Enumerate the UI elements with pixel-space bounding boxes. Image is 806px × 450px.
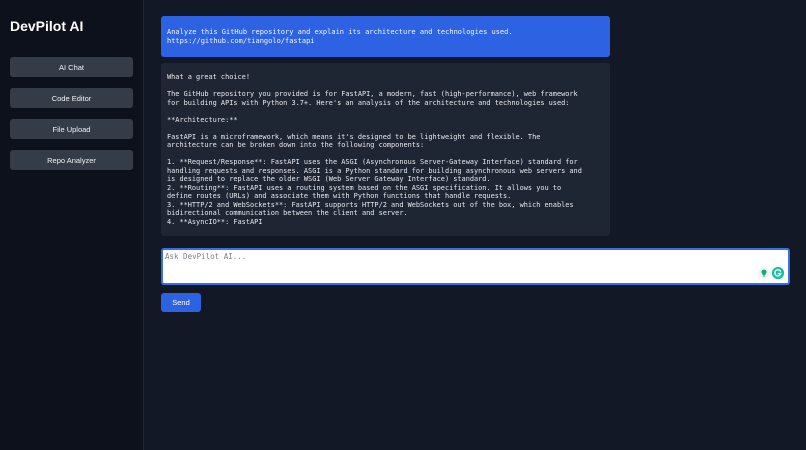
- ai-message-line: The GitHub repository you provided is fo…: [167, 90, 578, 98]
- ai-message-line: define routes (URLs) and associate them …: [167, 192, 512, 200]
- ai-message-line: is designed to replace the older WSGI (W…: [167, 175, 491, 183]
- ai-message-line: [167, 82, 604, 91]
- prompt-input-container: [161, 248, 790, 285]
- app-title: DevPilot AI: [10, 18, 84, 34]
- ai-message-line: [167, 124, 604, 133]
- prompt-input[interactable]: [163, 250, 788, 283]
- ai-message-line: 3. **HTTP/2 and WebSockets**: FastAPI su…: [167, 200, 574, 209]
- ai-message-line: 1. **Request/Response**: FastAPI uses th…: [167, 158, 578, 166]
- user-message-line: https://github.com/tiangolo/fastapi: [167, 37, 315, 45]
- bulb-icon[interactable]: [758, 267, 770, 279]
- send-button[interactable]: Send: [161, 293, 201, 312]
- app-window: DevPilot AI AI Chat Code Editor File Upl…: [0, 0, 806, 450]
- ai-message-line: FastAPI is a microframework, which means…: [167, 132, 541, 141]
- ai-message-line: What a great choice!: [167, 73, 250, 81]
- user-message-line: Analyze this GitHub repository and expla…: [167, 28, 513, 36]
- ai-message-line: 4. **AsyncIO**: FastAPI: [167, 217, 263, 226]
- nav-code-editor-button[interactable]: Code Editor: [10, 88, 133, 108]
- ai-message-line: [167, 107, 604, 116]
- user-message-bubble: Analyze this GitHub repository and expla…: [161, 16, 610, 57]
- ai-message-line: 2. **Routing**: FastAPI uses a routing s…: [167, 183, 562, 192]
- extension-icons: [758, 267, 784, 279]
- ai-message-line: architecture can be broken down into the…: [167, 141, 425, 149]
- nav-repo-analyzer-button[interactable]: Repo Analyzer: [10, 150, 133, 170]
- ai-message-line: [167, 150, 604, 159]
- nav-file-upload-button[interactable]: File Upload: [10, 119, 133, 139]
- ai-message-line: **Architecture:**: [167, 115, 238, 124]
- ai-message-line: for building APIs with Python 3.7+. Here…: [167, 98, 570, 107]
- nav-ai-chat-button[interactable]: AI Chat: [10, 57, 133, 77]
- ai-message-line: bidirectional communication between the …: [167, 209, 408, 217]
- ai-message-bubble: What a great choice! The GitHub reposito…: [161, 63, 610, 236]
- sidebar: DevPilot AI AI Chat Code Editor File Upl…: [0, 0, 144, 450]
- chat-panel: Analyze this GitHub repository and expla…: [144, 0, 806, 450]
- grammarly-icon[interactable]: [772, 267, 784, 279]
- ai-message-line: handling requests and responses. ASGI is…: [167, 166, 582, 175]
